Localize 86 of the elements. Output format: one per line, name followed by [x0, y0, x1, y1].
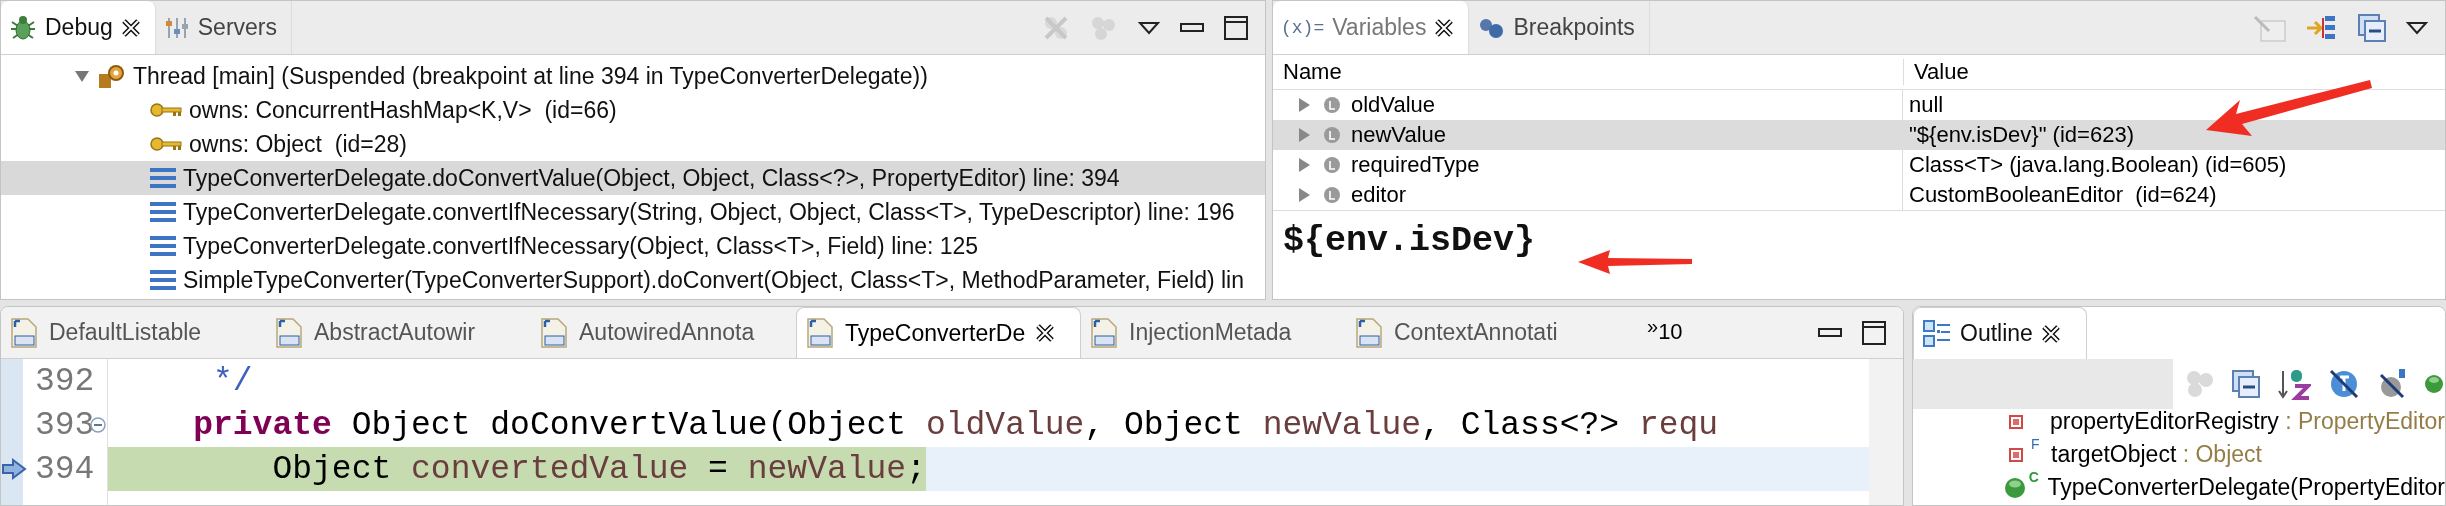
view-tab[interactable]: Breakpoints	[1469, 1, 1650, 54]
line-number: 394	[35, 450, 95, 488]
variable-value: "${env.isDev}" (id=623)	[1908, 122, 2135, 148]
more-tabs-button[interactable]: »10	[1641, 307, 1689, 358]
view-tab[interactable]: (x)= Variables	[1273, 1, 1470, 54]
code-token: , Class<?>	[1421, 406, 1621, 444]
maximize-icon[interactable]	[1223, 14, 1249, 41]
outline-item[interactable]: targetObject : Object	[2051, 441, 2262, 468]
variable-value: CustomBooleanEditor (id=624)	[1908, 182, 2218, 208]
stack-frame-icon	[149, 234, 177, 258]
code-token: , Object	[1084, 406, 1244, 444]
line-number: 392	[35, 362, 95, 400]
local-variable-icon	[1323, 186, 1341, 204]
variable-value: null	[1908, 92, 1945, 118]
code-token: ;	[906, 450, 926, 488]
outline-item[interactable]: TypeConverterDelegate(PropertyEditor	[2047, 474, 2445, 501]
view-menu-icon[interactable]	[1137, 19, 1161, 36]
close-icon[interactable]	[2040, 323, 2061, 344]
bug-icon	[9, 13, 37, 42]
code-token: =	[707, 450, 729, 488]
local-variable-icon	[1323, 156, 1341, 174]
collapse-all-icon[interactable]	[2357, 12, 2387, 43]
code-token: */	[212, 362, 253, 400]
thread-row[interactable]: Thread [main] (Suspended (breakpoint at line 394 in TypeConverterDelegate))	[1, 59, 1265, 93]
key-icon	[149, 100, 183, 120]
private-field-icon	[2009, 447, 2023, 462]
view-menu-icon[interactable]	[2405, 19, 2429, 36]
modifier-mark: C	[2028, 469, 2040, 485]
local-variable-icon	[1323, 126, 1341, 144]
detail-text: ${env.isDev}	[1283, 221, 1536, 261]
column-header[interactable]: Name	[1273, 59, 1903, 85]
variable-value: Class<T> (java.lang.Boolean) (id=605)	[1908, 152, 2288, 178]
stack-frame-icon	[149, 166, 177, 190]
monitor-row[interactable]: owns: Object (id=28)	[1, 127, 1265, 161]
public-members-icon[interactable]	[2423, 373, 2445, 395]
key-icon	[149, 134, 183, 154]
code-token: newValue	[1262, 406, 1422, 444]
variable-name: requiredType	[1351, 152, 1480, 178]
code-token: private	[192, 406, 332, 444]
class-file-icon	[805, 317, 835, 349]
outline-icon	[1922, 318, 1952, 349]
stack-frame-icon	[149, 200, 177, 224]
code-token: Object	[271, 450, 393, 488]
editor-tab[interactable]: InjectionMetada	[1081, 307, 1346, 358]
modifier-mark: F	[2031, 436, 2041, 452]
class-file-icon	[9, 316, 39, 349]
editor-tab[interactable]: DefaultListable	[1, 307, 266, 358]
hide-fields-icon[interactable]	[2327, 367, 2361, 401]
hide-static-icon[interactable]	[2377, 367, 2407, 401]
close-icon[interactable]	[120, 17, 141, 38]
private-field-icon	[2008, 414, 2023, 429]
maximize-icon[interactable]	[1861, 319, 1887, 346]
collapse-all-icon[interactable]	[2231, 369, 2261, 399]
class-file-icon	[539, 316, 569, 349]
class-file-icon	[1089, 316, 1119, 349]
stack-frame-row[interactable]: SimpleTypeConverter(TypeConverterSupport).doConvert(Object, Class<T>, MethodParameter, Field) lin	[1, 263, 1265, 297]
editor-tab[interactable]: AutowiredAnnota	[531, 307, 796, 358]
code-token: oldValue	[925, 406, 1085, 444]
class-file-icon	[1354, 316, 1384, 349]
monitor-row[interactable]: owns: ConcurrentHashMap<K,V> (id=66)	[1, 93, 1265, 127]
close-icon[interactable]	[1035, 323, 1056, 343]
variable-name: newValue	[1351, 122, 1446, 148]
close-icon[interactable]	[1434, 17, 1455, 38]
variable-name: oldValue	[1351, 92, 1435, 118]
grouping-icon	[2185, 369, 2215, 399]
sort-alphabetical-icon[interactable]	[2277, 367, 2311, 401]
view-tab[interactable]: Servers	[155, 1, 293, 54]
code-token: convertedValue	[411, 450, 689, 488]
view-tab[interactable]: Outline	[1913, 307, 2087, 359]
stack-frame-row[interactable]: TypeConverterDelegate.convertIfNecessary(Object, Class<T>, Field) line: 125	[1, 229, 1265, 263]
editor-tab[interactable]: ContextAnnotati	[1346, 307, 1611, 358]
view-tab[interactable]: Debug	[1, 1, 156, 54]
public-method-icon	[2002, 475, 2027, 500]
line-number: 393	[35, 406, 95, 444]
class-file-icon	[274, 316, 304, 349]
outline-item[interactable]: propertyEditorRegistry : PropertyEditor	[2050, 408, 2445, 435]
editor-tab[interactable]: AbstractAutowir	[266, 307, 531, 358]
stack-frame-row[interactable]: TypeConverterDelegate.doConvertValue(Object, Object, Class<?>, PropertyEditor) line: 394	[1, 161, 1265, 195]
code-token: Object doConvertValue(Object	[350, 406, 908, 444]
local-variable-icon	[1323, 96, 1341, 114]
stack-frame-icon	[149, 268, 177, 292]
code-token: newValue	[747, 450, 907, 488]
stack-frame-row[interactable]: TypeConverterDelegate.convertIfNecessary(String, Object, Object, Class<T>, TypeDescriptor) line: 196	[1, 195, 1265, 229]
code-token: requ	[1638, 406, 1719, 444]
editor-tab[interactable]: TypeConverterDe	[796, 307, 1081, 358]
variable-name: editor	[1351, 182, 1407, 208]
